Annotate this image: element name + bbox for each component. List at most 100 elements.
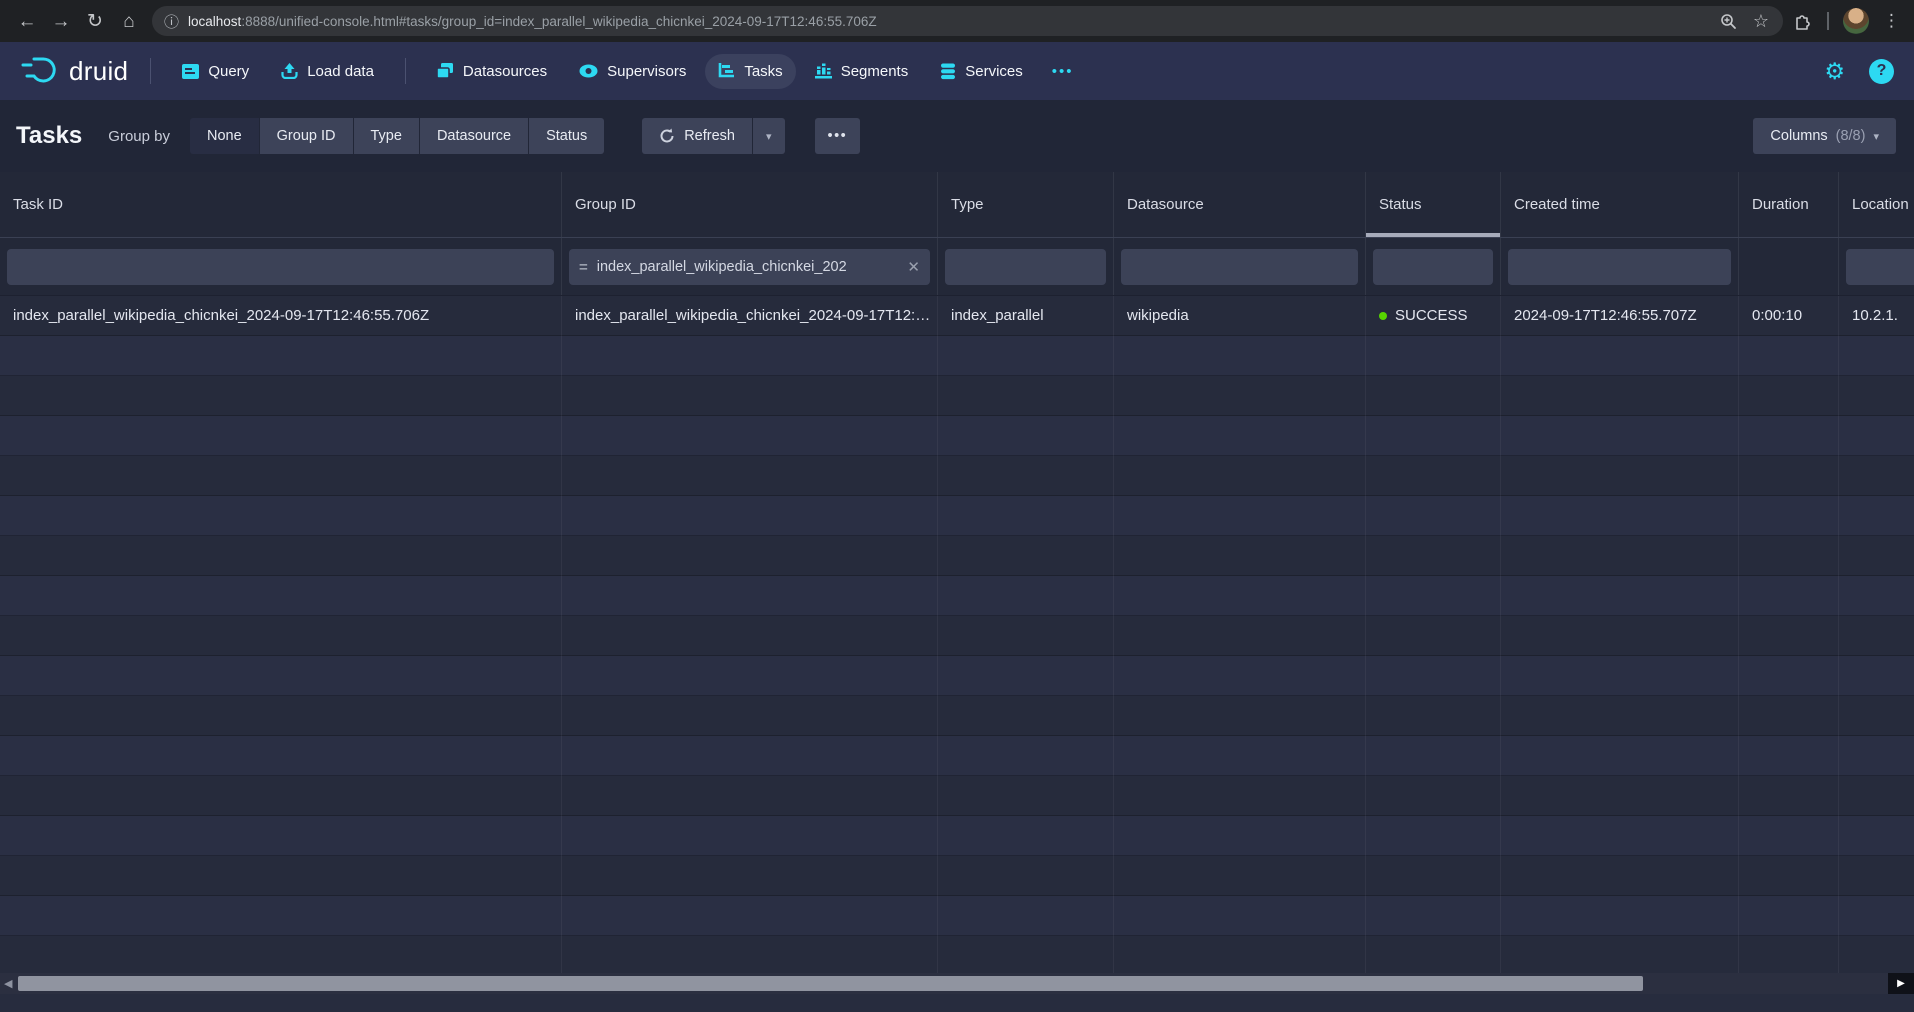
bookmark-star-icon[interactable]: ☆ (1753, 11, 1769, 32)
empty-cell (1114, 456, 1366, 496)
task-table: Task IDGroup IDTypeDatasourceStatusCreat… (0, 172, 1914, 976)
filter-input-created-time[interactable] (1508, 249, 1731, 285)
browser-menu-icon[interactable]: ⋮ (1883, 11, 1900, 31)
eye-icon (579, 64, 598, 78)
empty-cell (1114, 856, 1366, 896)
empty-row (0, 936, 1914, 976)
empty-cell (1114, 776, 1366, 816)
scroll-right-button[interactable]: ▶ (1888, 973, 1914, 994)
column-header-datasource[interactable]: Datasource (1114, 172, 1366, 237)
column-header-created-time[interactable]: Created time (1501, 172, 1739, 237)
column-header-group-id[interactable]: Group ID (562, 172, 938, 237)
empty-row (0, 856, 1914, 896)
filter-input-datasource[interactable] (1121, 249, 1358, 285)
group-by-type-button[interactable]: Type (354, 118, 419, 154)
nav-item-load-data[interactable]: Load data (268, 54, 387, 89)
forward-icon[interactable]: → (44, 12, 78, 31)
site-info-icon[interactable]: ⓘ (164, 11, 179, 32)
empty-cell (1114, 936, 1366, 976)
empty-cell (562, 776, 938, 816)
empty-cell (562, 816, 938, 856)
empty-row (0, 376, 1914, 416)
refresh-interval-caret-button[interactable]: ▾ (753, 118, 785, 154)
toolbar-separator (1827, 12, 1829, 30)
console-icon (182, 64, 199, 79)
scrollbar-thumb[interactable] (18, 976, 1643, 991)
zoom-icon[interactable] (1720, 13, 1737, 30)
filter-input-location[interactable] (1846, 249, 1914, 285)
cell-text: index_parallel_wikipedia_chicnkei_2024-0… (13, 307, 429, 324)
empty-cell (0, 616, 562, 656)
help-icon[interactable]: ? (1869, 59, 1894, 84)
empty-cell (938, 576, 1114, 616)
filter-cell-group-id: =index_parallel_wikipedia_chicnkei_202✕ (562, 238, 938, 295)
filter-clear-icon[interactable]: ✕ (907, 258, 920, 276)
empty-cell (1501, 656, 1739, 696)
nav-item-segments[interactable]: Segments (802, 54, 922, 89)
filter-operator-icon: = (579, 259, 588, 276)
empty-cell (1501, 496, 1739, 536)
nav-item-services[interactable]: Services (927, 54, 1036, 89)
columns-button[interactable]: Columns (8/8) ▾ (1753, 118, 1896, 154)
horizontal-scrollbar[interactable]: ◀ ▶ (0, 973, 1914, 994)
group-by-group-id-button[interactable]: Group ID (260, 118, 353, 154)
filter-cell-duration (1739, 238, 1839, 295)
filter-tag-group-id[interactable]: =index_parallel_wikipedia_chicnkei_202✕ (569, 249, 930, 285)
url-host: localhost (188, 14, 241, 29)
status-text: SUCCESS (1395, 307, 1468, 324)
table-row[interactable]: index_parallel_wikipedia_chicnkei_2024-0… (0, 296, 1914, 336)
column-header-location[interactable]: Location (1839, 172, 1914, 237)
empty-cell (1839, 656, 1914, 696)
nav-item-query[interactable]: Query (169, 54, 262, 89)
empty-cell (1839, 896, 1914, 936)
empty-row (0, 576, 1914, 616)
empty-cell (562, 736, 938, 776)
group-by-datasource-button[interactable]: Datasource (420, 118, 528, 154)
empty-row (0, 816, 1914, 856)
home-icon[interactable]: ⌂ (112, 12, 146, 31)
column-header-status[interactable]: Status (1366, 172, 1501, 237)
empty-cell (1114, 736, 1366, 776)
column-header-task-id[interactable]: Task ID (0, 172, 562, 237)
nav-item-tasks[interactable]: Tasks (705, 54, 795, 89)
profile-avatar[interactable] (1843, 8, 1869, 34)
nav-more-icon[interactable]: ••• (1042, 54, 1084, 89)
empty-cell (1366, 656, 1501, 696)
empty-cell (1114, 816, 1366, 856)
tasks-view-header: Tasks Group by None Group ID Type Dataso… (0, 100, 1914, 172)
empty-cell (562, 936, 938, 976)
empty-cell (562, 856, 938, 896)
filter-input-type[interactable] (945, 249, 1106, 285)
nav-item-supervisors[interactable]: Supervisors (566, 54, 699, 89)
empty-cell (1114, 656, 1366, 696)
group-by-status-button[interactable]: Status (529, 118, 604, 154)
url-path: :8888/unified-console.html#tasks/group_i… (241, 14, 876, 29)
empty-cell (1114, 616, 1366, 656)
cell-task-id: index_parallel_wikipedia_chicnkei_2024-0… (0, 296, 562, 336)
extensions-icon[interactable] (1793, 11, 1813, 31)
layers-icon (437, 63, 454, 79)
reload-icon[interactable]: ↻ (78, 12, 112, 31)
empty-row (0, 496, 1914, 536)
filter-cell-datasource (1114, 238, 1366, 295)
nav-item-datasources[interactable]: Datasources (424, 54, 560, 89)
filter-input-status[interactable] (1373, 249, 1493, 285)
bottom-strip (0, 994, 1914, 1012)
group-by-none-button[interactable]: None (190, 118, 259, 154)
empty-cell (1739, 816, 1839, 856)
settings-gear-icon[interactable]: ⚙ (1824, 60, 1845, 83)
refresh-icon (659, 128, 675, 144)
column-header-duration[interactable]: Duration (1739, 172, 1839, 237)
empty-cell (1501, 616, 1739, 656)
empty-cell (1839, 336, 1914, 376)
scroll-left-icon[interactable]: ◀ (4, 977, 12, 990)
refresh-button[interactable]: Refresh (642, 118, 752, 154)
more-actions-button[interactable]: ••• (815, 118, 861, 154)
column-header-type[interactable]: Type (938, 172, 1114, 237)
url-bar[interactable]: ⓘ localhost:8888/unified-console.html#ta… (152, 6, 1783, 36)
back-icon[interactable]: ← (10, 12, 44, 31)
table-filter-row: =index_parallel_wikipedia_chicnkei_202✕ (0, 238, 1914, 296)
empty-cell (0, 576, 562, 616)
filter-input-task-id[interactable] (7, 249, 554, 285)
druid-brand[interactable]: druid (20, 55, 128, 87)
